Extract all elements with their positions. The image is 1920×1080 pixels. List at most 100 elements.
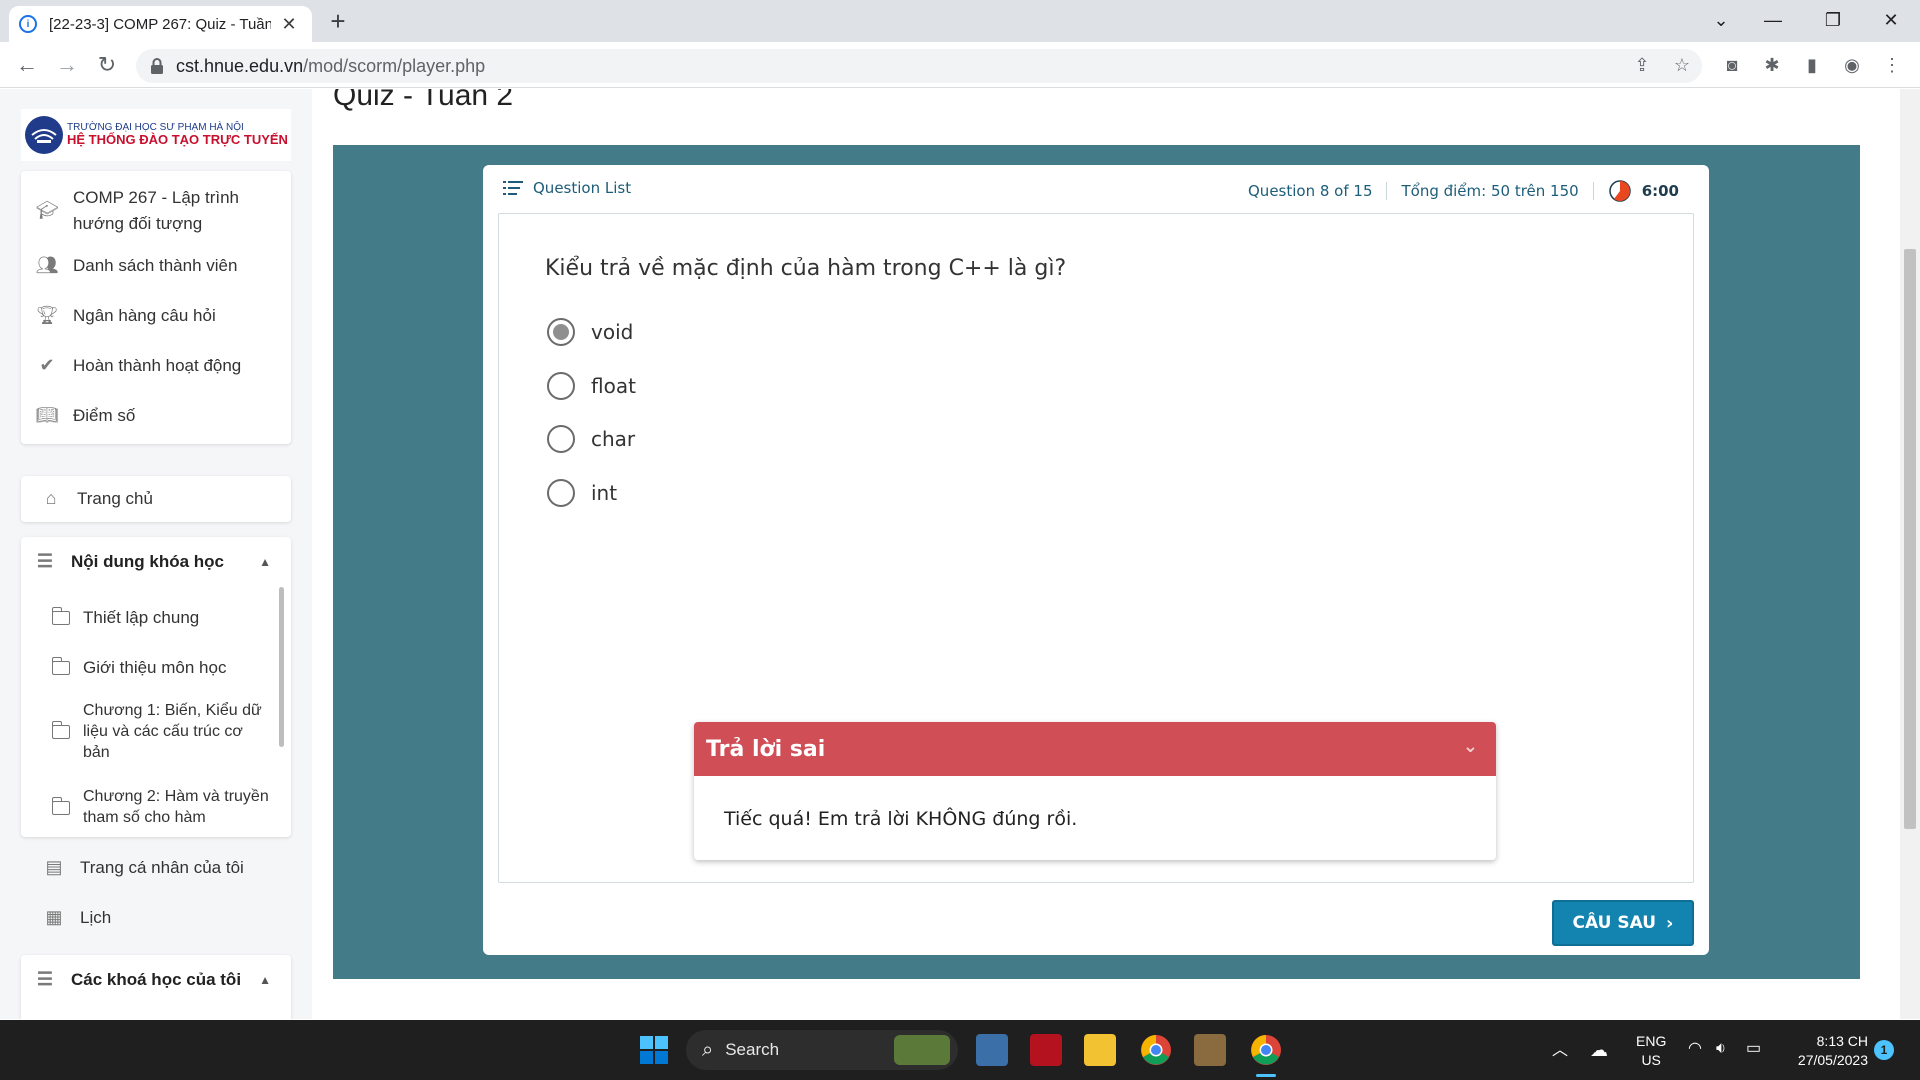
course-content-header[interactable]: ☰ Nội dung khóa học ▲ (33, 549, 291, 575)
menu-item-question-bank[interactable]: 🏆︎ Ngân hàng câu hỏi (35, 303, 216, 329)
language-indicator[interactable]: ENG US (1636, 1032, 1666, 1070)
section-item-chapter-1[interactable]: Chương 1: Biến, Kiểu dữ liệu và các cấu … (49, 701, 279, 763)
menu-item-course[interactable]: 🎓︎ COMP 267 - Lập trình hướng đối tượng (35, 185, 275, 236)
browser-tab[interactable]: i [22-23-3] COMP 267: Quiz - Tuần 2 ✕ (9, 6, 312, 42)
course-menu-card: 🎓︎ COMP 267 - Lập trình hướng đối tượng … (21, 171, 291, 444)
question-text: Kiểu trả về mặc định của hàm trong C++ l… (545, 256, 1067, 281)
page-scrollbar[interactable] (1900, 89, 1920, 1019)
answer-option-char[interactable]: char (547, 425, 635, 453)
university-emblem-icon (25, 116, 63, 154)
menu-item-home[interactable]: ⌂ Trang chủ (39, 486, 153, 512)
collapse-caret-icon[interactable]: ▲ (259, 973, 271, 987)
page-scrollbar-thumb[interactable] (1904, 249, 1916, 829)
radio[interactable] (547, 425, 575, 453)
browser-menu-icon[interactable]: ⋮ (1878, 51, 1906, 79)
battery-icon[interactable]: ▭ (1746, 1038, 1761, 1060)
answer-option-int[interactable]: int (547, 479, 617, 507)
volume-icon[interactable]: 🔉︎ (1716, 1038, 1726, 1060)
close-tab-icon[interactable]: ✕ (279, 14, 299, 35)
menu-label-profile: Trang cá nhân của tôi (80, 858, 244, 877)
windows-start-icon[interactable] (638, 1034, 670, 1066)
lock-icon (151, 58, 163, 74)
new-tab-icon[interactable]: + (324, 8, 352, 36)
url-path: /mod/scorm/player.php (303, 55, 486, 76)
menu-label-calendar: Lịch (80, 908, 112, 927)
chrome-profile-icon[interactable] (1250, 1034, 1282, 1066)
radio[interactable] (547, 372, 575, 400)
sidebar-scrollbar[interactable] (279, 587, 284, 747)
file-explorer-icon[interactable] (1084, 1034, 1116, 1066)
divider (1592, 182, 1594, 200)
clock-time: 8:13 CH (1816, 1033, 1868, 1049)
taskbar-search-label: Search (725, 1040, 780, 1059)
next-question-button[interactable]: CÂU SAU › (1552, 900, 1694, 946)
notification-badge[interactable]: 1 (1874, 1040, 1894, 1060)
menu-item-calendar[interactable]: ▦ Lịch (42, 905, 111, 931)
next-button-label: CÂU SAU (1572, 913, 1657, 933)
profile-avatar-icon[interactable]: ◉ (1838, 51, 1866, 79)
menu-item-grades[interactable]: 📖︎ Điểm số (35, 403, 136, 429)
minimize-icon[interactable]: — (1750, 4, 1796, 36)
camera-icon[interactable]: ◙ (1718, 51, 1746, 79)
question-list-button[interactable]: Question List (503, 179, 631, 197)
windows-taskbar: ⌕ Search ︿ ☁ ENG US ◠ 🔉︎ ▭ 8:13 CH 27/05… (0, 1020, 1920, 1080)
menu-item-completion[interactable]: ✔ Hoàn thành hoạt động (35, 353, 241, 379)
course-content-card: ☰ Nội dung khóa học ▲ Thiết lập chung Gi… (21, 537, 291, 837)
tab-search-chevron-icon[interactable]: ⌄ (1698, 4, 1744, 36)
section-label-chapter-1: Chương 1: Biến, Kiểu dữ liệu và các cấu … (83, 702, 262, 761)
share-icon[interactable]: ⇪ (1628, 51, 1656, 79)
menu-item-profile[interactable]: ▤ Trang cá nhân của tôi (42, 855, 244, 881)
menu-label-course: COMP 267 - Lập trình hướng đối tượng (73, 188, 239, 233)
task-manager-icon[interactable] (976, 1034, 1008, 1066)
site-logo[interactable]: TRƯỜNG ĐẠI HỌC SƯ PHẠM HÀ NỘI HỆ THỐNG Đ… (21, 109, 291, 161)
section-item-chapter-2[interactable]: Chương 2: Hàm và truyền tham số cho hàm (49, 787, 279, 829)
check-icon: ✔ (39, 355, 55, 376)
taskbar-search[interactable]: ⌕ Search (686, 1030, 958, 1070)
feedback-message: Tiếc quá! Em trả lời KHÔNG đúng rồi. (724, 808, 1078, 830)
app-icon[interactable] (1030, 1034, 1062, 1066)
answer-option-float[interactable]: float (547, 372, 636, 400)
trophy-icon: 🏆︎ (35, 305, 59, 326)
answer-option-void[interactable]: void (547, 318, 633, 346)
menu-label-home: Trang chủ (77, 489, 153, 508)
my-courses-header[interactable]: ☰ Các khoá học của tôi ▲ (33, 967, 291, 993)
folder-icon (49, 720, 73, 744)
option-label: int (591, 481, 618, 505)
show-hidden-icons-chevron-icon[interactable]: ︿ (1552, 1040, 1568, 1062)
menu-label-question-bank: Ngân hàng câu hỏi (73, 306, 216, 325)
reload-icon[interactable]: ↻ (92, 50, 122, 80)
tab-title: [22-23-3] COMP 267: Quiz - Tuần 2 (49, 15, 271, 33)
timer-icon (1608, 180, 1631, 202)
photo-app-icon[interactable] (1194, 1034, 1226, 1066)
back-arrow-icon[interactable]: ← (12, 50, 42, 80)
address-bar[interactable]: cst.hnue.edu.vn/mod/scorm/player.php (136, 49, 1702, 83)
section-item-general[interactable]: Thiết lập chung (49, 605, 199, 631)
feedback-header[interactable]: Trả lời sai ⌄ (694, 722, 1496, 776)
close-window-icon[interactable]: ✕ (1868, 4, 1914, 36)
search-highlight-icon (894, 1035, 950, 1065)
url-host: cst.hnue.edu.vn (176, 55, 304, 76)
forward-arrow-icon[interactable]: → (52, 50, 82, 80)
language-code: ENG (1636, 1033, 1667, 1049)
folder-icon (49, 796, 73, 820)
section-label-chapter-2: Chương 2: Hàm và truyền tham số cho hàm (83, 788, 269, 826)
url-text: cst.hnue.edu.vn/mod/scorm/player.php (176, 56, 485, 77)
menu-item-participants[interactable]: 👥︎ Danh sách thành viên (35, 253, 238, 279)
onedrive-cloud-icon[interactable]: ☁ (1590, 1038, 1608, 1062)
side-panel-icon[interactable]: ▮ (1798, 51, 1826, 79)
radio[interactable] (547, 479, 575, 507)
chevron-down-icon[interactable]: ⌄ (1463, 736, 1478, 757)
clock[interactable]: 8:13 CH 27/05/2023 (1784, 1032, 1868, 1070)
chrome-icon[interactable] (1140, 1034, 1172, 1066)
wifi-icon[interactable]: ◠ (1688, 1038, 1702, 1060)
users-icon: 👥︎ (35, 255, 59, 276)
collapse-caret-icon[interactable]: ▲ (259, 555, 271, 569)
home-card: ⌂ Trang chủ (21, 476, 291, 522)
section-item-intro[interactable]: Giới thiệu môn học (49, 655, 226, 681)
radio-selected[interactable] (547, 318, 575, 346)
active-app-indicator (1256, 1074, 1276, 1077)
restore-icon[interactable]: ❐ (1810, 4, 1856, 36)
extensions-puzzle-icon[interactable]: ✱ (1758, 51, 1786, 79)
region-code: US (1641, 1051, 1661, 1068)
bookmark-star-icon[interactable]: ☆ (1668, 51, 1696, 79)
